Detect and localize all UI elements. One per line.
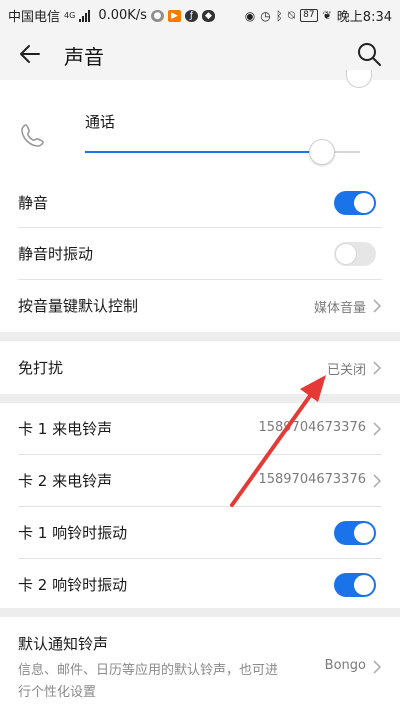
chevron-right-icon: [373, 361, 382, 375]
mute-icon: ⍉: [287, 8, 296, 22]
sim2-ringtone-row[interactable]: 卡 2 来电铃声 15897046733​76: [0, 455, 400, 506]
sim2-vibrate-label: 卡 2 响铃时振动: [18, 576, 128, 594]
dnd-row[interactable]: 免打扰 已关闭: [0, 342, 400, 393]
eye-comfort-icon: ◉: [244, 8, 256, 23]
carrier-name: 中国电信: [8, 10, 61, 25]
notification-ringtone-label: 默认通知铃声: [18, 635, 109, 653]
chevron-right-icon: [373, 299, 382, 313]
mute-toggle[interactable]: [334, 191, 376, 215]
mute-vibrate-toggle[interactable]: [334, 242, 376, 266]
sound-settings-panel: 通话 静音 静音时振动 按音量键默认控制 媒体音量: [0, 70, 400, 332]
call-volume-thumb[interactable]: [308, 139, 335, 165]
chevron-right-icon: [373, 422, 382, 436]
sim1-ringtone-label: 卡 1 来电铃声: [18, 420, 113, 438]
sim1-vibrate-label: 卡 1 响铃时振动: [18, 524, 128, 542]
volume-key-value: 媒体音量: [313, 301, 366, 316]
phone-icon: [21, 124, 44, 147]
signal-icon: [79, 9, 91, 22]
alarm-icon: ◷: [260, 8, 271, 23]
call-volume-label: 通话: [85, 113, 116, 131]
app-icon: ƒ: [184, 9, 198, 22]
sim1-ringtone-value: 15897046733​76: [258, 420, 366, 435]
page-title: 声音: [64, 45, 104, 69]
call-volume-slider[interactable]: [85, 139, 360, 165]
wechat-icon: ●: [150, 9, 164, 22]
qq-icon: ◆: [201, 9, 215, 22]
sim2-vibrate-row[interactable]: 卡 2 响铃时振动: [0, 559, 400, 610]
mute-vibrate-label: 静音时振动: [18, 245, 94, 263]
call-volume-fill: [85, 151, 322, 153]
mute-label: 静音: [18, 194, 49, 212]
chevron-right-icon: [373, 474, 382, 488]
volume-key-label: 按音量键默认控制: [18, 297, 139, 315]
chevron-right-icon: [373, 660, 382, 674]
status-bar: 中国电信 4G 0.00K/s ● ▶ ƒ ◆ ◉ ◷ ᛒ ⍉ 87 ❦ 晚上8…: [0, 0, 400, 28]
mute-vibrate-row[interactable]: 静音时振动: [0, 228, 400, 279]
notification-ringtone-value: Bongo: [324, 658, 366, 673]
arrow-left-icon[interactable]: [18, 42, 42, 66]
sim1-vibrate-toggle[interactable]: [334, 521, 376, 545]
bluetooth-icon: ᛒ: [275, 8, 283, 23]
sim2-vibrate-toggle[interactable]: [334, 573, 376, 597]
video-app-icon: ▶: [167, 9, 181, 22]
search-icon[interactable]: [356, 41, 382, 67]
volume-key-row[interactable]: 按音量键默认控制 媒体音量: [0, 280, 400, 331]
sim2-ringtone-label: 卡 2 来电铃声: [18, 472, 113, 490]
dnd-panel: 免打扰 已关闭: [0, 341, 400, 394]
leaf-icon: ❦: [322, 9, 332, 22]
sim2-ringtone-value: 15897046733​76: [258, 472, 366, 487]
sim1-vibrate-row[interactable]: 卡 1 响铃时振动: [0, 507, 400, 558]
sim1-ringtone-row[interactable]: 卡 1 来电铃声 15897046733​76: [0, 403, 400, 454]
clock-time: 晚上8:34: [336, 10, 392, 25]
app-header: 声音: [0, 28, 400, 80]
notification-panel: 默认通知铃声 信息、邮件、日历等应用的默认铃声，也可进行个性化设置 Bongo: [0, 617, 400, 711]
sim-settings-panel: 卡 1 来电铃声 15897046733​76 卡 2 来电铃声 1589704…: [0, 403, 400, 608]
network-speed: 0.00K/s: [98, 8, 147, 23]
notification-ringtone-description: 信息、邮件、日历等应用的默认铃声，也可进行个性化设置: [18, 663, 279, 700]
mute-row[interactable]: 静音: [0, 177, 400, 228]
network-type: 4G: [64, 11, 76, 20]
previous-slider-thumb[interactable]: [346, 70, 372, 88]
dnd-label: 免打扰: [18, 359, 64, 377]
notification-ringtone-row[interactable]: 默认通知铃声 信息、邮件、日历等应用的默认铃声，也可进行个性化设置 Bongo: [0, 617, 400, 711]
battery-level: 87: [300, 9, 318, 22]
dnd-value: 已关闭: [326, 363, 366, 378]
